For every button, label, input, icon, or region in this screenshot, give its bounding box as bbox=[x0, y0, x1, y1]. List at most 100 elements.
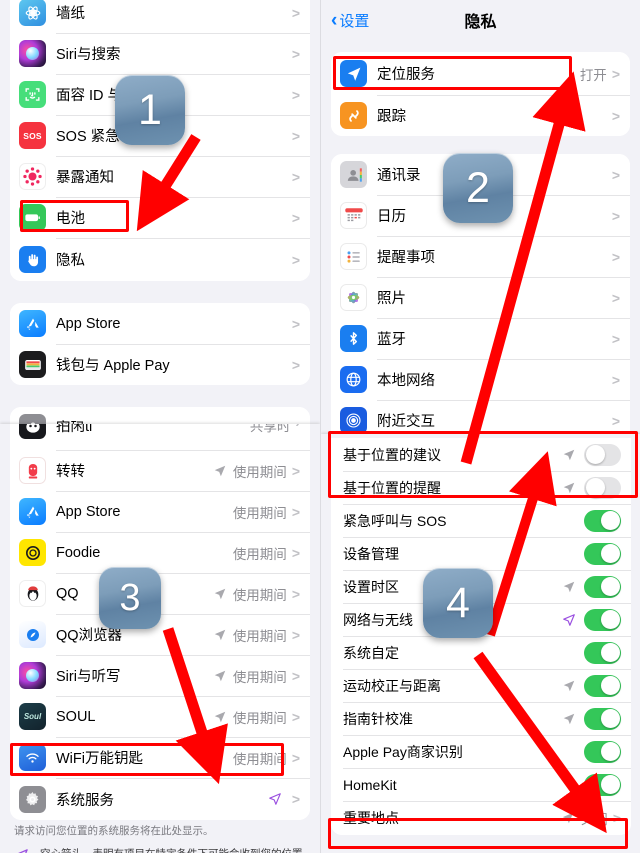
chevron-right-icon: > bbox=[291, 4, 300, 21]
settings-row-privacy[interactable]: 隐私 > bbox=[10, 238, 310, 281]
service-toggle[interactable] bbox=[584, 443, 621, 466]
app-row-app-store[interactable]: App Store 使用期间 > bbox=[10, 491, 310, 532]
app-row-label: 系统服务 bbox=[56, 792, 114, 809]
reminders-icon bbox=[340, 243, 367, 270]
service-row-homekit[interactable]: HomeKit bbox=[331, 768, 631, 801]
app-row-siri-dictation[interactable]: Siri与听写 使用期间 > bbox=[10, 655, 310, 696]
service-toggle[interactable] bbox=[584, 575, 621, 598]
app-row-zhuanzhuan[interactable]: 转转 使用期间 > bbox=[10, 450, 310, 491]
privacy-row-local-network[interactable]: 本地网络 > bbox=[331, 359, 630, 400]
service-toggle[interactable] bbox=[584, 674, 621, 697]
app-row-label: WiFi万能钥匙 bbox=[56, 751, 143, 767]
toggle-knob bbox=[600, 775, 620, 794]
settings-row-battery[interactable]: 电池 > bbox=[10, 197, 310, 238]
privacy-row-label: 本地网络 bbox=[377, 373, 435, 389]
settings-row-label: 隐私 bbox=[56, 253, 85, 269]
app-row-soul[interactable]: Soul SOUL 使用期间 > bbox=[10, 696, 310, 737]
legend-item-text: 空心箭头，表明有项目在特定条件下可能会收到您的位置信息。 bbox=[40, 847, 306, 853]
soul-icon: Soul bbox=[19, 703, 46, 730]
app-row-wifi-key[interactable]: WiFi万能钥匙 使用期间 > bbox=[10, 737, 310, 778]
settings-row-exposure-notifications[interactable]: 暴露通知 > bbox=[10, 156, 310, 197]
service-row-significant-locations[interactable]: 重要地点 关闭 > bbox=[331, 801, 631, 835]
toggle-knob bbox=[600, 544, 620, 563]
chevron-left-icon: ‹ bbox=[331, 9, 338, 31]
service-row-apple-pay-merchant[interactable]: Apple Pay商家识别 bbox=[331, 735, 631, 768]
privacy-row-tracking[interactable]: 跟踪 > bbox=[331, 95, 630, 136]
privacy-row-photos[interactable]: 照片 > bbox=[331, 277, 630, 318]
service-toggle[interactable] bbox=[584, 476, 621, 499]
gray-arrow-icon bbox=[562, 481, 576, 495]
settings-row-wallet-applepay[interactable]: 钱包与 Apple Pay > bbox=[10, 344, 310, 385]
privacy-row-label: 定位服务 bbox=[377, 67, 435, 83]
chevron-right-icon: > bbox=[291, 462, 300, 479]
service-row-location-reminders[interactable]: 基于位置的提醒 bbox=[331, 471, 631, 504]
app-row-system-services[interactable]: 系统服务 > bbox=[10, 778, 310, 820]
app-row-label: 拍闲tl bbox=[56, 424, 93, 435]
qq-icon bbox=[19, 580, 46, 607]
toggle-knob bbox=[585, 478, 605, 497]
privacy-row-label: 附近交互 bbox=[377, 414, 435, 430]
service-row-label: Apple Pay商家识别 bbox=[343, 743, 463, 760]
service-toggle[interactable] bbox=[584, 740, 621, 763]
chevron-right-icon: > bbox=[611, 65, 620, 82]
settings-row-wallpaper[interactable]: 墙纸 > bbox=[10, 0, 310, 33]
app-row-label: SOUL bbox=[56, 708, 96, 725]
chevron-right-icon: > bbox=[291, 544, 300, 561]
app-row-value: 使用期间 bbox=[232, 587, 287, 603]
wallpaper-icon bbox=[19, 0, 46, 26]
wifikey-icon bbox=[19, 744, 46, 771]
chevron-right-icon: > bbox=[291, 667, 300, 684]
privacy-row-reminders[interactable]: 提醒事项 > bbox=[331, 236, 630, 277]
service-row-emergency-sos[interactable]: 紧急呼叫与 SOS bbox=[331, 504, 631, 537]
app-row-value: 使用期间 bbox=[232, 669, 287, 685]
app-row-qq-browser[interactable]: QQ浏览器 使用期间 > bbox=[10, 614, 310, 655]
location-icon bbox=[340, 60, 367, 87]
service-toggle[interactable] bbox=[584, 509, 621, 532]
chevron-right-icon: › bbox=[295, 424, 300, 429]
service-toggle[interactable] bbox=[584, 608, 621, 631]
service-row-label: 设备管理 bbox=[343, 545, 399, 562]
zhuanzhuan-icon bbox=[19, 457, 46, 484]
service-toggle[interactable] bbox=[584, 542, 621, 565]
service-row-location-suggestions[interactable]: 基于位置的建议 bbox=[331, 438, 631, 471]
wallet-icon bbox=[19, 351, 46, 378]
privacy-row-bluetooth[interactable]: 蓝牙 > bbox=[331, 318, 630, 359]
privacy-row-label: 蓝牙 bbox=[377, 332, 406, 348]
service-row-device-management[interactable]: 设备管理 bbox=[331, 537, 631, 570]
app-row-value: 使用期间 bbox=[232, 546, 287, 562]
privacy-row-location-services[interactable]: 定位服务 打开 > bbox=[331, 52, 630, 95]
service-toggle[interactable] bbox=[584, 641, 621, 664]
settings-row-app-store[interactable]: App Store > bbox=[10, 303, 310, 344]
service-row-label: 紧急呼叫与 SOS bbox=[343, 512, 447, 529]
chevron-right-icon: > bbox=[291, 356, 300, 373]
appstore-icon bbox=[19, 310, 46, 337]
chevron-right-icon: > bbox=[291, 168, 300, 185]
service-row-compass-calibration[interactable]: 指南针校准 bbox=[331, 702, 631, 735]
settings-row-siri-search[interactable]: Siri与搜索 > bbox=[10, 33, 310, 74]
service-row-label: 运动校正与距离 bbox=[343, 677, 441, 694]
purple-hollow-arrow-icon bbox=[268, 792, 282, 806]
app-row-foodie[interactable]: Foodie 使用期间 > bbox=[10, 532, 310, 573]
service-row-system-customization[interactable]: 系统自定 bbox=[331, 636, 631, 669]
back-to-settings-button[interactable]: ‹ 设置 bbox=[331, 10, 369, 31]
system-services-footnote: 请求访问您位置的系统服务将在此处显示。 bbox=[14, 825, 214, 837]
privacy-group-location: 定位服务 打开 > 跟踪 > bbox=[331, 52, 630, 136]
legend-item: 空心箭头，表明有项目在特定条件下可能会收到您的位置信息。 bbox=[14, 847, 306, 853]
settings-row-label: 电池 bbox=[56, 211, 85, 227]
settings-row-label: 墙纸 bbox=[56, 6, 85, 22]
service-row-motion-calibration[interactable]: 运动校正与距离 bbox=[331, 669, 631, 702]
service-row-label: 基于位置的建议 bbox=[343, 446, 441, 463]
gray-arrow-icon bbox=[213, 587, 227, 601]
chevron-right-icon: > bbox=[291, 791, 300, 807]
gray-arrow-icon bbox=[562, 712, 576, 726]
privacy-hand-icon bbox=[19, 246, 46, 273]
app-row-partial[interactable]: 拍闲tl 共享时 › bbox=[10, 424, 310, 450]
app-row-value: 使用期间 bbox=[232, 751, 287, 767]
service-toggle[interactable] bbox=[584, 773, 621, 796]
gray-arrow-icon bbox=[213, 464, 227, 478]
right-privacy-panel: ‹ 设置 隐私 定位服务 打开 > 跟踪 > 通讯录 > 日历 > 提醒事项 >… bbox=[320, 0, 640, 853]
service-toggle[interactable] bbox=[584, 707, 621, 730]
chevron-right-icon: > bbox=[291, 45, 300, 62]
toggle-knob bbox=[600, 742, 620, 761]
qqbrowser-icon bbox=[19, 621, 46, 648]
